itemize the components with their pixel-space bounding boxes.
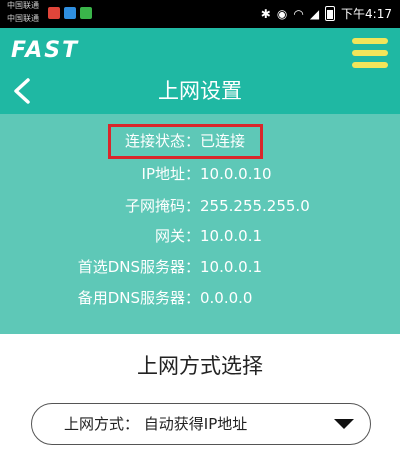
carrier-label-2: 中国联通 bbox=[7, 14, 39, 23]
battery-icon bbox=[325, 6, 336, 21]
section-title: 上网方式选择 bbox=[137, 354, 263, 378]
subnet-row: 子网掩码： 255.255.255.0 bbox=[0, 194, 400, 218]
brand-logo: FAST bbox=[11, 38, 80, 63]
primary-dns-row: 首选DNS服务器： 10.0.0.1 bbox=[0, 255, 400, 279]
bluetooth-icon: ✱ bbox=[260, 6, 271, 21]
wifi-icon: ◠ bbox=[293, 6, 304, 21]
ip-row: IP地址： 10.0.0.10 bbox=[0, 162, 400, 186]
chevron-down-icon bbox=[334, 419, 354, 429]
page-title: 上网设置 bbox=[158, 79, 242, 103]
clock: 下午4:17 bbox=[341, 7, 392, 21]
hamburger-menu-icon[interactable] bbox=[352, 38, 388, 68]
app-notification-icon bbox=[48, 7, 60, 19]
secondary-dns-row: 备用DNS服务器： 0.0.0.0 bbox=[0, 286, 400, 310]
subnet-value: 255.255.255.0 bbox=[200, 197, 310, 215]
ip-label: IP地址： bbox=[141, 165, 200, 183]
subnet-label: 子网掩码： bbox=[124, 197, 200, 215]
ip-value: 10.0.0.10 bbox=[200, 165, 272, 183]
eye-icon: ◉ bbox=[276, 6, 288, 21]
notification-icons bbox=[48, 7, 92, 19]
select-value: 上网方式： 自动获得IP地址 bbox=[64, 415, 248, 433]
gateway-value: 10.0.0.1 bbox=[200, 227, 263, 245]
primary-dns-label: 首选DNS服务器： bbox=[77, 258, 200, 276]
gateway-row: 网关： 10.0.0.1 bbox=[0, 224, 400, 248]
highlight-annotation bbox=[108, 124, 263, 159]
primary-dns-value: 10.0.0.1 bbox=[200, 258, 263, 276]
app-notification-icon bbox=[80, 7, 92, 19]
app-notification-icon bbox=[64, 7, 76, 19]
status-bar: 中国联通 中国联通 ✱ ◉ ◠ ◢ 下午4:17 bbox=[0, 0, 400, 28]
app-header: FAST 上网设置 bbox=[0, 28, 400, 114]
gateway-label: 网关： bbox=[154, 227, 200, 245]
secondary-dns-label: 备用DNS服务器： bbox=[77, 289, 200, 307]
signal-icon: ◢ bbox=[309, 6, 320, 21]
status-icons: ✱ ◉ ◠ ◢ 下午4:17 bbox=[261, 5, 392, 22]
secondary-dns-value: 0.0.0.0 bbox=[200, 289, 253, 307]
carrier-label: 中国联通 bbox=[7, 1, 39, 10]
connection-type-select[interactable]: 上网方式： 自动获得IP地址 bbox=[31, 403, 371, 445]
